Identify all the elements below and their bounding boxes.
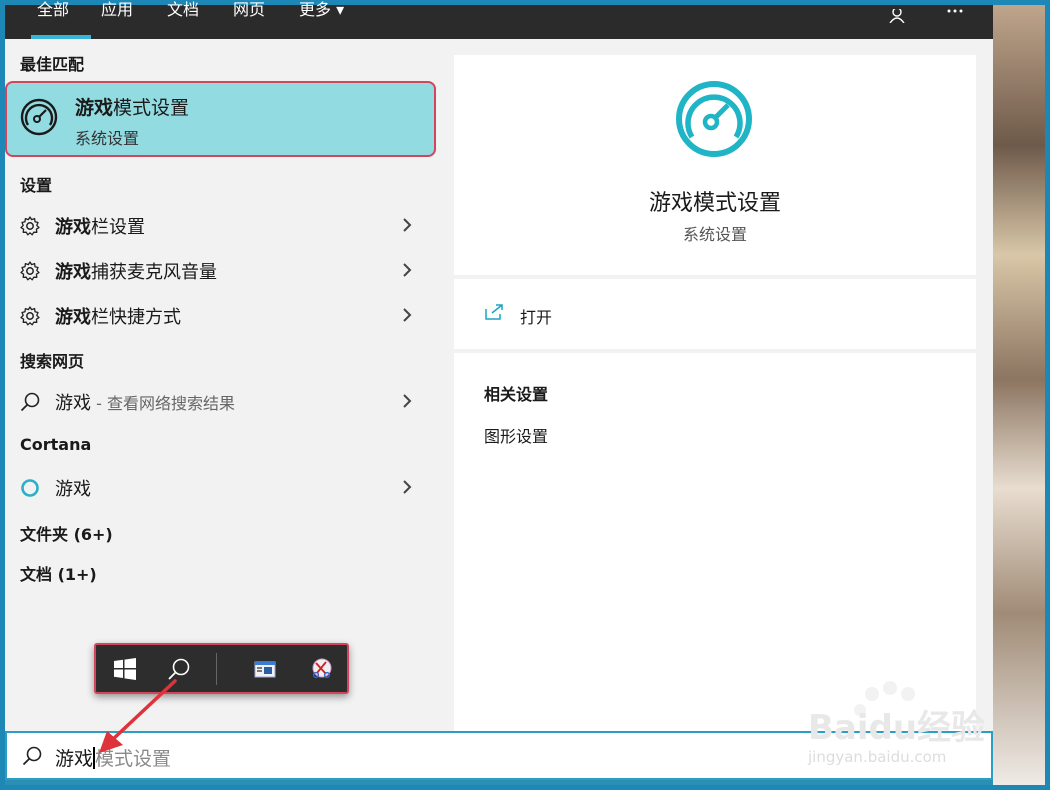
gear-icon <box>20 306 40 326</box>
settings-item-label: 游戏栏快捷方式 <box>55 307 181 328</box>
preview-subtitle: 系统设置 <box>682 225 747 244</box>
taskbar-divider <box>216 653 217 685</box>
settings-item-label: 游戏栏设置 <box>55 217 145 238</box>
settings-item-game-bar-shortcuts[interactable]: 游戏栏快捷方式 <box>5 295 438 335</box>
graphics-settings-link[interactable]: 图形设置 <box>484 423 548 447</box>
tab-apps[interactable]: 应用 <box>101 2 133 39</box>
folders-heading[interactable]: 文件夹 (6+) <box>20 521 113 545</box>
watermark-url: jingyan.baidu.com <box>808 748 947 766</box>
related-settings-heading: 相关设置 <box>484 385 549 404</box>
tab-all[interactable]: 全部 <box>31 2 91 39</box>
gauge-icon <box>20 98 58 136</box>
settings-item-game-bar[interactable]: 游戏栏设置 <box>5 205 438 245</box>
preview-header-card: 游戏模式设置 系统设置 <box>454 55 976 275</box>
web-search-item[interactable]: 游戏 - 查看网络搜索结果 <box>5 381 438 421</box>
documents-heading[interactable]: 文档 (1+) <box>20 561 97 585</box>
cortana-item-label: 游戏 <box>55 479 91 500</box>
chevron-right-icon[interactable] <box>400 307 414 323</box>
preview-title: 游戏模式设置 <box>648 191 781 216</box>
gauge-icon <box>676 81 752 157</box>
chevron-right-icon[interactable] <box>400 262 414 278</box>
gear-icon <box>20 261 40 281</box>
app-window-icon[interactable] <box>252 657 278 681</box>
tab-documents[interactable]: 文档 <box>167 2 199 39</box>
best-match-heading: 最佳匹配 <box>20 55 85 74</box>
open-external-icon <box>485 304 503 320</box>
search-icon <box>20 392 40 412</box>
watermark-brand: Baidu经验 <box>808 708 986 748</box>
settings-item-label: 游戏捕获麦克风音量 <box>55 262 217 283</box>
cortana-heading: Cortana <box>20 435 92 454</box>
chevron-right-icon[interactable] <box>400 479 414 495</box>
gear-icon <box>20 216 40 236</box>
annotation-arrow <box>99 679 177 753</box>
best-match-title: 游戏模式设置 <box>75 97 190 119</box>
open-label: 打开 <box>520 308 553 327</box>
search-tab-bar: 全部 应用 文档 网页 更多 ▾ <box>5 2 993 39</box>
search-icon <box>22 746 42 766</box>
tab-more[interactable]: 更多 ▾ <box>299 2 344 39</box>
chevron-right-icon[interactable] <box>400 393 414 409</box>
open-action[interactable]: 打开 <box>454 279 976 349</box>
settings-item-game-mic-volume[interactable]: 游戏捕获麦克风音量 <box>5 250 438 290</box>
web-search-label: 游戏 - 查看网络搜索结果 <box>55 393 235 414</box>
results-pane: 最佳匹配 游戏模式设置 系统设置 设置 游戏栏设置 游戏捕获麦克风音量 游戏栏快… <box>5 39 438 731</box>
tab-web[interactable]: 网页 <box>233 2 265 39</box>
more-options-icon[interactable] <box>945 9 965 23</box>
cortana-circle-icon <box>21 479 39 497</box>
related-settings-card: 相关设置 图形设置 <box>454 353 976 731</box>
feedback-person-icon[interactable] <box>887 9 907 23</box>
desktop-wallpaper <box>993 5 1045 785</box>
settings-heading: 设置 <box>20 176 53 195</box>
chevron-right-icon[interactable] <box>400 217 414 233</box>
cortana-item[interactable]: 游戏 <box>5 467 438 507</box>
best-match-subtitle: 系统设置 <box>75 129 140 148</box>
best-match-item[interactable]: 游戏模式设置 系统设置 <box>5 81 436 157</box>
web-search-heading: 搜索网页 <box>20 352 85 371</box>
preview-pane: 游戏模式设置 系统设置 打开 相关设置 图形设置 <box>438 39 993 731</box>
snipping-tool-icon[interactable] <box>308 657 334 681</box>
